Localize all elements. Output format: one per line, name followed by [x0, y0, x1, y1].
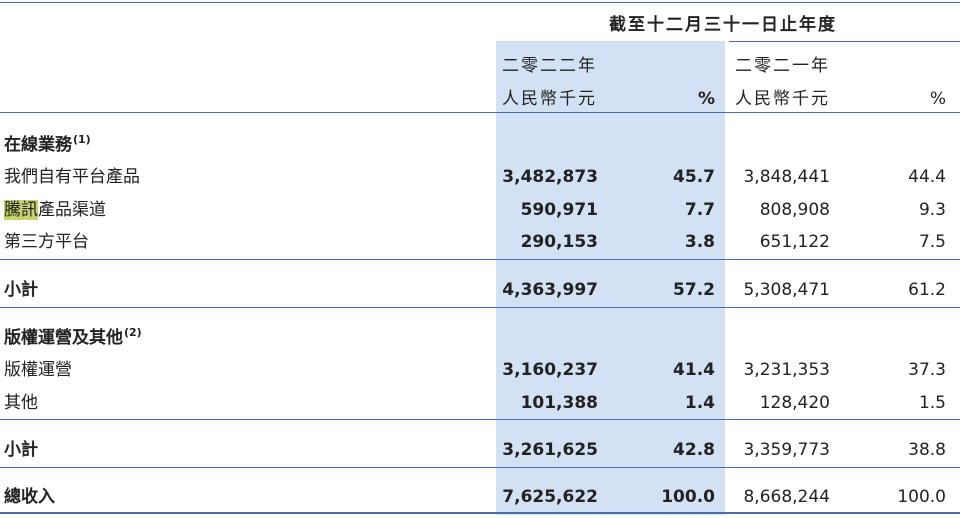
pct-2021: 38.8	[908, 440, 946, 460]
pct-2022: 3.8	[684, 232, 715, 252]
subtotal-row: 小計 4,363,997 57.2 5,308,471 61.2	[0, 278, 960, 302]
online-section-end-rule	[0, 307, 960, 308]
total-row: 總收入 7,625,622 100.0 8,668,244 100.0	[0, 485, 960, 509]
value-2022: 101,388	[520, 393, 598, 413]
table-row: 我們自有平台產品 3,482,873 45.7 3,848,441 44.4	[0, 165, 960, 189]
table-row: 其他 101,388 1.4 128,420 1.5	[0, 391, 960, 415]
pct-2021: 61.2	[908, 280, 946, 300]
copyright-section-end-rule	[0, 467, 960, 468]
value-2021: 8,668,244	[743, 487, 830, 507]
value-2022: 3,482,873	[502, 167, 598, 187]
value-2021: 3,359,773	[743, 440, 830, 460]
copyright-subtotal-rule	[0, 419, 960, 420]
section-title-online: 在線業務(1)	[4, 133, 91, 155]
footnote-ref: (1)	[73, 133, 91, 147]
value-2021: 651,122	[759, 232, 830, 252]
subtotal-row: 小計 3,261,625 42.8 3,359,773 38.8	[0, 438, 960, 462]
value-2021: 3,231,353	[743, 360, 830, 380]
value-2021: 128,420	[759, 393, 830, 413]
subtotal-label: 小計	[4, 280, 38, 300]
header-bottom-rule	[0, 112, 960, 113]
pct-2021: 7.5	[918, 232, 946, 252]
highlighted-text: 騰訊	[4, 200, 38, 220]
pct-2021: 1.5	[918, 393, 946, 413]
prior-pct-label: %	[929, 89, 946, 109]
value-2021: 5,308,471	[743, 280, 830, 300]
pct-2022: 42.8	[673, 440, 715, 460]
total-bottom-rule	[0, 512, 960, 514]
pct-2021: 9.3	[918, 200, 946, 220]
pct-2022: 41.4	[673, 360, 715, 380]
value-2022: 4,363,997	[502, 280, 598, 300]
pct-2021: 37.3	[908, 360, 946, 380]
row-label: 版權運營	[4, 360, 72, 380]
subtotal-label: 小計	[4, 440, 38, 460]
top-rule	[0, 2, 960, 3]
pct-2021: 44.4	[908, 167, 946, 187]
table-row: 第三方平台 290,153 3.8 651,122 7.5	[0, 230, 960, 254]
prior-year-label: 二零二一年	[735, 56, 830, 76]
value-2021: 808,908	[759, 200, 830, 220]
row-label: 騰訊產品渠道	[4, 200, 106, 220]
value-2022: 3,160,237	[502, 360, 598, 380]
pct-2021: 100.0	[897, 487, 946, 507]
value-2021: 3,848,441	[743, 167, 830, 187]
value-2022: 7,625,622	[502, 487, 598, 507]
pct-2022: 45.7	[673, 167, 715, 187]
row-label: 我們自有平台產品	[4, 167, 140, 187]
current-unit-label: 人民幣千元	[502, 89, 597, 109]
pct-2022: 7.7	[684, 200, 715, 220]
footnote-ref: (2)	[124, 326, 142, 340]
value-2022: 3,261,625	[502, 440, 598, 460]
prior-unit-label: 人民幣千元	[735, 89, 830, 109]
period-header: 截至十二月三十一日止年度	[609, 15, 837, 35]
row-label: 第三方平台	[4, 232, 89, 252]
table-row: 版權運營 3,160,237 41.4 3,231,353 37.3	[0, 358, 960, 382]
pct-2022: 1.4	[684, 393, 715, 413]
section-title-copyright: 版權運營及其他(2)	[4, 326, 142, 348]
online-subtotal-rule	[0, 259, 960, 260]
row-label: 其他	[4, 393, 38, 413]
current-pct-label: %	[697, 89, 715, 109]
current-year-label: 二零二二年	[502, 56, 597, 76]
pct-2022: 100.0	[661, 487, 715, 507]
table-row: 騰訊產品渠道 590,971 7.7 808,908 9.3	[0, 198, 960, 222]
prior-year-rule	[729, 41, 960, 42]
pct-2022: 57.2	[673, 280, 715, 300]
total-label: 總收入	[4, 487, 55, 507]
value-2022: 290,153	[520, 232, 598, 252]
value-2022: 590,971	[520, 200, 598, 220]
